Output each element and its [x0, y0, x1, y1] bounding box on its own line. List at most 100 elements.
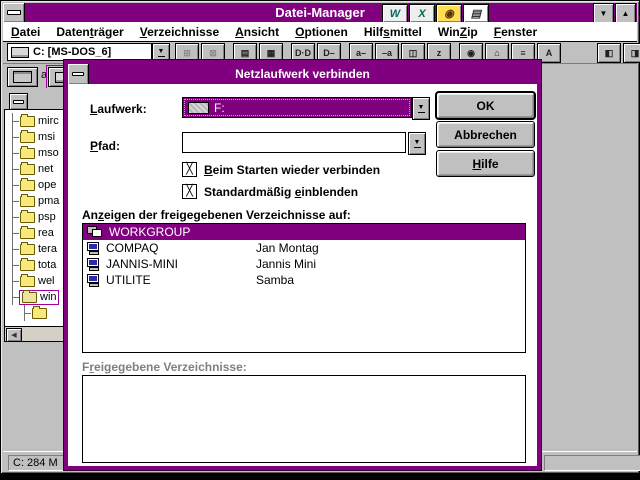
drive-combo-value-box[interactable]: C: [MS-DOS_6] [7, 43, 152, 61]
dropdown-bar-icon [413, 146, 421, 148]
chevron-down-icon: ▼ [157, 48, 165, 55]
cancel-button[interactable]: Abbrechen [436, 121, 535, 148]
tree-row-wel[interactable]: wel [5, 273, 67, 289]
folder-label: psp [38, 211, 56, 223]
tree-branch-line [7, 145, 19, 161]
folder-label: net [38, 163, 54, 175]
pfad-input[interactable] [182, 132, 406, 153]
folder-icon [20, 145, 35, 159]
server-name: JANNIS-MINI [106, 257, 178, 271]
tree-row-tera[interactable]: tera [5, 241, 67, 257]
server-row-jannis-mini[interactable]: JANNIS-MINI Jannis Mini [83, 256, 525, 272]
maximize-button[interactable]: ▲ [615, 3, 636, 24]
find-file-icon[interactable]: ◉ [436, 4, 462, 23]
window-title: Datei-Manager [275, 5, 365, 20]
menu-ansicht[interactable]: Ansicht [227, 25, 287, 39]
computer-icon [87, 257, 100, 271]
folder-label: mirc [38, 115, 59, 127]
open-folder-icon [22, 289, 37, 303]
reconnect-checkbox[interactable]: ╳ [182, 162, 197, 177]
help-button[interactable]: Hilfe [436, 150, 535, 177]
check-icon: ╳ [186, 185, 193, 197]
dialog-title: Netzlaufwerk verbinden [235, 67, 370, 81]
dropdown-bar-icon [417, 111, 425, 113]
child-window-control-menu-button[interactable] [9, 93, 28, 110]
scroll-left-button[interactable]: ◀ [6, 328, 22, 341]
folder-label: rea [38, 227, 54, 239]
tree-branch-line [19, 305, 31, 321]
folder-icon [20, 257, 35, 271]
menu-datei[interactable]: Datei [3, 25, 48, 39]
check-icon: ╳ [186, 163, 193, 175]
server-row-compaq[interactable]: COMPAQ Jan Montag [83, 240, 525, 256]
notes-icon[interactable]: ▤ [463, 4, 489, 23]
tree-row[interactable] [5, 305, 67, 321]
tree-row-mso[interactable]: mso [5, 145, 67, 161]
tree-row-win[interactable]: win [5, 289, 67, 305]
tree-row-net[interactable]: net [5, 161, 67, 177]
ok-button[interactable]: OK [436, 92, 535, 119]
tree-branch-line [7, 257, 19, 273]
tree-branch-line [7, 289, 19, 305]
tree-row-tota[interactable]: tota [5, 257, 67, 273]
minimize-icon: ▼ [599, 9, 608, 18]
pfad-label: Pfad: [90, 139, 121, 153]
shared-directories-label: Freigegebene Verzeichnisse: [82, 360, 247, 374]
tree-branch-line [7, 193, 19, 209]
menu-fenster[interactable]: Fenster [486, 25, 545, 39]
toolbar-new-window-icon[interactable]: ◧ [597, 43, 621, 63]
shared-directories-list[interactable] [82, 375, 526, 463]
desktop: Datei-Manager W X ◉ ▤ ▼ ▲ Datei Datenträger V… [0, 0, 640, 480]
laufwerk-label: Laufwerk: [90, 102, 147, 116]
show-default-checkbox[interactable]: ╳ [182, 184, 197, 199]
horizontal-scrollbar[interactable]: ◀ [5, 326, 67, 341]
minimize-button[interactable]: ▼ [593, 3, 614, 24]
scroll-left-icon: ◀ [11, 332, 17, 339]
word-icon[interactable]: W [382, 4, 408, 23]
laufwerk-combo[interactable]: F: ▼ [182, 97, 430, 120]
folder-icon [32, 305, 47, 319]
drive-a-button[interactable] [7, 67, 38, 87]
tree-selection: win [19, 289, 59, 305]
tree-branch-line [7, 241, 19, 257]
chevron-down-icon: ▼ [417, 103, 425, 111]
tree-row-mirc[interactable]: mirc [5, 113, 67, 129]
domain-icon [87, 226, 103, 238]
tree-row-rea[interactable]: rea [5, 225, 67, 241]
menu-optionen[interactable]: Optionen [287, 25, 356, 39]
tree-branch-line [7, 209, 19, 225]
connect-network-drive-dialog: Netzlaufwerk verbinden Laufwerk: F: ▼ OK… [63, 59, 542, 471]
drive-combo-value: C: [MS-DOS_6] [33, 46, 112, 58]
floppy-drive-icon [13, 71, 32, 83]
computer-icon [87, 273, 100, 287]
tree-row-psp[interactable]: psp [5, 209, 67, 225]
pfad-dropdown-button[interactable]: ▼ [408, 132, 426, 155]
folder-label: ope [38, 179, 57, 191]
server-row-workgroup[interactable]: WORKGROUP [83, 224, 525, 240]
network-drive-icon [188, 101, 209, 114]
server-comment: Jan Montag [256, 241, 319, 255]
menu-winzip[interactable]: WinZip [430, 25, 486, 39]
server-list[interactable]: WORKGROUP COMPAQ Jan Montag JANNIS-MINI Jann… [82, 223, 526, 353]
folder-icon [20, 225, 35, 239]
drive-combo[interactable]: C: [MS-DOS_6] ▼ [7, 43, 170, 63]
dropdown-bar-icon [157, 56, 165, 57]
menu-hilfsmittel[interactable]: Hilfsmittel [356, 25, 430, 39]
menu-datentraeger[interactable]: Datenträger [48, 25, 131, 39]
server-comment: Jannis Mini [256, 257, 317, 271]
laufwerk-dropdown-button[interactable]: ▼ [412, 97, 430, 120]
tree-row-msi[interactable]: msi [5, 129, 67, 145]
server-name: UTILITE [106, 273, 151, 287]
excel-icon[interactable]: X [409, 4, 435, 23]
laufwerk-combo-value-box[interactable]: F: [182, 97, 412, 118]
dialog-body: Laufwerk: F: ▼ OK Abbrechen Hilfe Pfad: [68, 85, 537, 466]
tree-row-ope[interactable]: ope [5, 177, 67, 193]
server-row-utilite[interactable]: UTILITE Samba [83, 272, 525, 288]
laufwerk-combo-value: F: [214, 100, 225, 115]
menu-verzeichnisse[interactable]: Verzeichnisse [132, 25, 227, 39]
tree-branch-line [7, 177, 19, 193]
tree-row-pma[interactable]: pma [5, 193, 67, 209]
chevron-down-icon: ▼ [413, 138, 421, 146]
toolbar-exit-icon[interactable]: ◨ [623, 43, 640, 63]
folder-label: pma [38, 195, 60, 207]
